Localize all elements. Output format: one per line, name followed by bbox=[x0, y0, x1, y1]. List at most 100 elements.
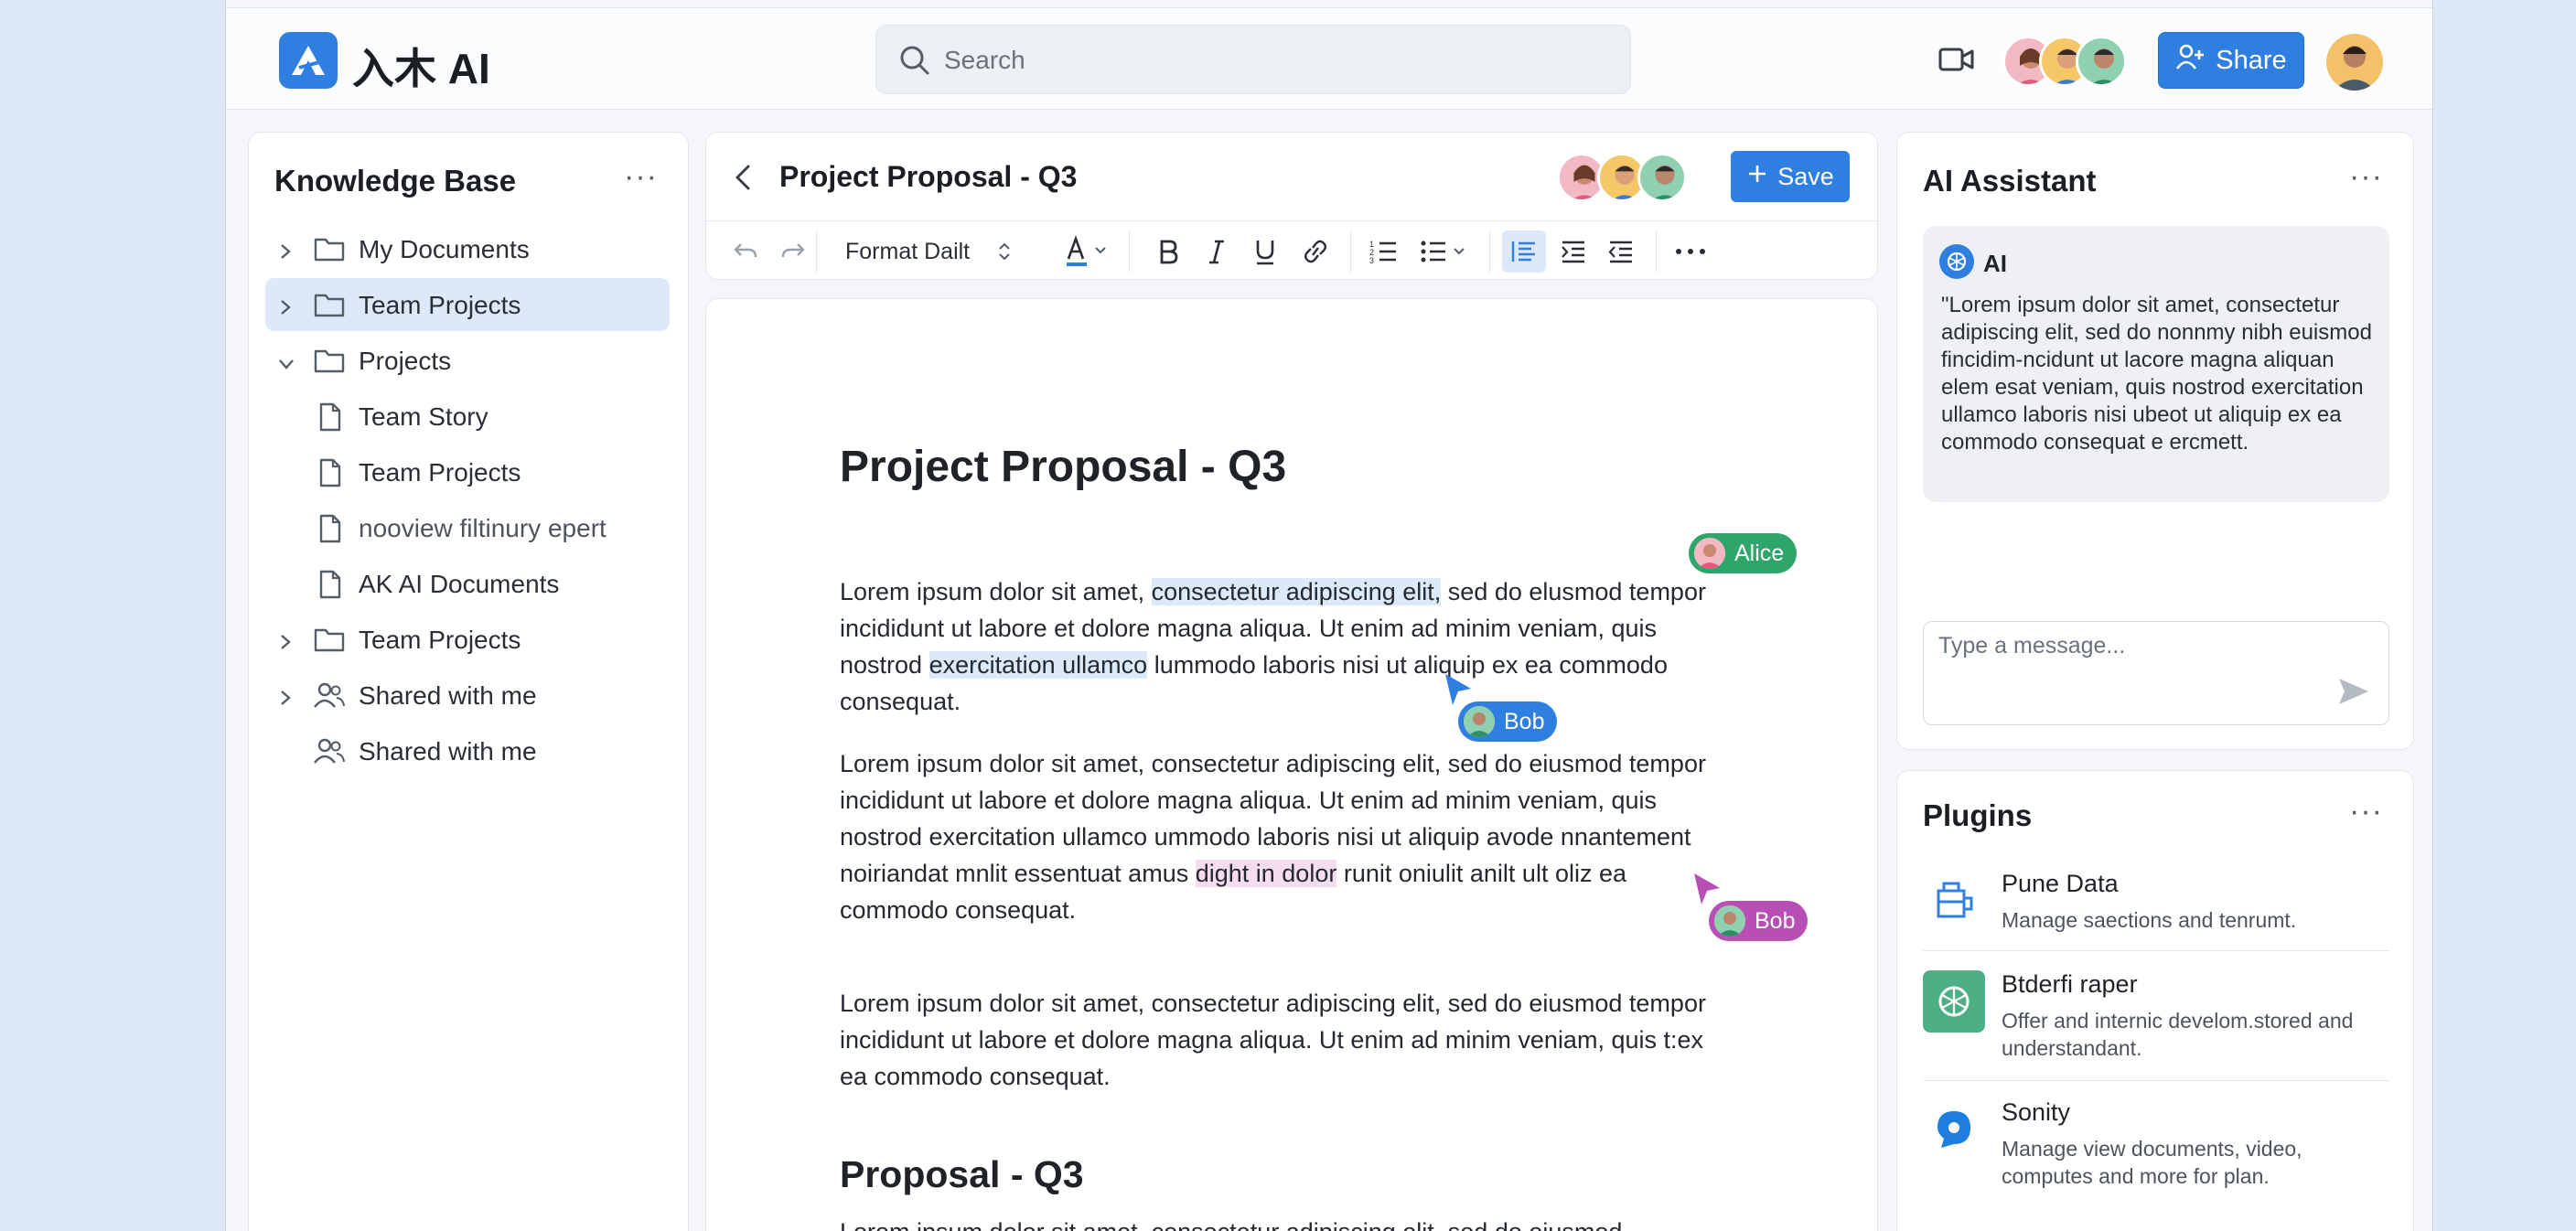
plugin-item[interactable]: Pune Data Manage saections and tenrumt. bbox=[1923, 870, 2389, 943]
folder-icon bbox=[313, 291, 346, 325]
underline-icon[interactable] bbox=[1253, 234, 1277, 269]
avatar bbox=[1464, 706, 1495, 737]
tree-item[interactable]: My Documents bbox=[265, 222, 670, 275]
tree-item[interactable]: Team Story bbox=[265, 390, 670, 443]
tree-item-label: Team Story bbox=[359, 402, 488, 431]
ai-message: AI "Lorem ipsum dolor sit amet, consecte… bbox=[1923, 226, 2389, 502]
paragraph[interactable]: Lorem ipsum dolor sit amet, consectetur … bbox=[840, 745, 1718, 928]
avatar[interactable] bbox=[1637, 153, 1687, 202]
paragraph[interactable]: Lorem ipsum dolor sit amet, consectetur … bbox=[840, 573, 1718, 720]
back-icon[interactable] bbox=[730, 162, 757, 198]
document-canvas[interactable]: Project Proposal - Q3 Alice Lorem ipsum … bbox=[705, 298, 1878, 1231]
format-toolbar: Format Dailt 123 bbox=[706, 220, 1877, 281]
scraper-plugin-icon bbox=[1923, 970, 1985, 1033]
avatar[interactable] bbox=[2076, 36, 2127, 87]
document-title: Project Proposal - Q3 bbox=[779, 160, 1078, 193]
ai-message-input[interactable] bbox=[1938, 633, 2323, 669]
paragraph[interactable]: Lorem ipsum dolor sit amet, consectetur … bbox=[840, 1214, 1718, 1231]
text-color-icon[interactable] bbox=[1063, 234, 1111, 269]
chevron-right-icon[interactable] bbox=[276, 294, 295, 324]
people-icon bbox=[313, 681, 346, 715]
toolbar-divider bbox=[1129, 230, 1130, 273]
section-heading: Proposal - Q3 bbox=[840, 1153, 1084, 1195]
numbered-list-icon[interactable]: 123 bbox=[1368, 234, 1398, 269]
italic-icon[interactable] bbox=[1206, 234, 1228, 269]
save-button[interactable]: Save bbox=[1731, 151, 1850, 202]
send-icon[interactable] bbox=[2337, 677, 2370, 711]
more-options-icon[interactable]: ··· bbox=[624, 161, 658, 192]
search-icon bbox=[898, 44, 931, 81]
tree-item[interactable]: nooview filtinury epert bbox=[265, 501, 670, 554]
more-options-icon[interactable]: ··· bbox=[2349, 796, 2383, 827]
tree-item[interactable]: AK AI Documents bbox=[265, 557, 670, 610]
more-options-icon[interactable]: ··· bbox=[2349, 161, 2383, 192]
ai-message-text: "Lorem ipsum dolor sit amet, consectetur… bbox=[1941, 293, 2372, 455]
collaborator-name: Alice bbox=[1734, 540, 1785, 566]
folder-icon bbox=[313, 235, 346, 269]
format-select-value: Format Dailt bbox=[845, 238, 971, 264]
save-label: Save bbox=[1777, 162, 1834, 190]
people-icon bbox=[313, 737, 346, 771]
tree-item[interactable]: Team Projects bbox=[265, 613, 670, 666]
share-label: Share bbox=[2216, 45, 2287, 75]
file-icon bbox=[317, 402, 344, 438]
plugin-description: Manage saections and tenrumt. bbox=[2002, 908, 2297, 932]
tree-item-label: Team Projects bbox=[359, 458, 521, 487]
plugins-panel: Plugins ··· Pune Data Manage saections a… bbox=[1896, 770, 2414, 1231]
link-icon[interactable] bbox=[1301, 234, 1330, 269]
add-user-icon bbox=[2175, 43, 2205, 78]
plugin-item[interactable]: Sonity Manage view documents, video, com… bbox=[1923, 1098, 2389, 1199]
tree-item[interactable]: Projects bbox=[265, 334, 670, 387]
avatar bbox=[1714, 905, 1745, 937]
collaborator-name: Bob bbox=[1504, 708, 1545, 734]
outdent-icon[interactable] bbox=[1606, 234, 1636, 269]
ai-assistant-title: AI Assistant bbox=[1923, 164, 2097, 198]
tree-item-label: nooview filtinury epert bbox=[359, 514, 606, 542]
tree-item[interactable]: Shared with me bbox=[265, 669, 670, 722]
user-avatar[interactable] bbox=[2326, 34, 2383, 91]
more-options-icon[interactable] bbox=[1674, 234, 1707, 269]
indent-icon[interactable] bbox=[1559, 234, 1588, 269]
chevron-right-icon[interactable] bbox=[276, 629, 295, 658]
ai-message-box[interactable] bbox=[1923, 621, 2389, 725]
search-bar[interactable] bbox=[875, 25, 1631, 94]
bold-icon[interactable] bbox=[1156, 234, 1180, 269]
share-button[interactable]: Share bbox=[2158, 32, 2304, 89]
knowledge-base-title: Knowledge Base bbox=[274, 164, 517, 198]
divider bbox=[1923, 1080, 2389, 1081]
format-select[interactable]: Format Dailt bbox=[845, 234, 1012, 269]
file-icon bbox=[317, 514, 344, 550]
align-left-icon[interactable] bbox=[1502, 230, 1546, 273]
tree-item[interactable]: Team Projects bbox=[265, 278, 670, 331]
text-run: Lorem ipsum dolor sit amet, bbox=[840, 578, 1152, 605]
ai-logo-icon bbox=[1939, 244, 1974, 279]
file-icon bbox=[317, 570, 344, 605]
avatar bbox=[1694, 538, 1725, 569]
video-call-icon[interactable] bbox=[1938, 45, 1975, 79]
plugin-item[interactable]: Btderfi raper Offer and internic develom… bbox=[1923, 970, 2389, 1071]
chevron-down-icon[interactable] bbox=[276, 350, 296, 380]
plugins-title: Plugins bbox=[1923, 798, 2033, 832]
logo-icon bbox=[279, 32, 338, 89]
selection-highlight: consectetur adipiscing elit, bbox=[1151, 578, 1442, 605]
selection-highlight: exercitation ullamco bbox=[928, 651, 1148, 679]
folder-icon bbox=[313, 626, 346, 659]
collaborator-name: Bob bbox=[1755, 907, 1796, 934]
paragraph[interactable]: Lorem ipsum dolor sit amet, consectetur … bbox=[840, 985, 1718, 1095]
bullet-list-icon[interactable] bbox=[1420, 234, 1469, 269]
app-logo-text: 入木 AI bbox=[352, 45, 490, 92]
chevron-right-icon[interactable] bbox=[276, 685, 295, 714]
chat-plugin-icon bbox=[1923, 1098, 1985, 1161]
svg-text:3: 3 bbox=[1369, 256, 1374, 265]
redo-icon[interactable] bbox=[779, 234, 807, 269]
ai-assistant-panel: AI Assistant ··· AI "Lorem ipsum dolor s… bbox=[1896, 132, 2414, 750]
tree-item[interactable]: Shared with me bbox=[265, 724, 670, 777]
chevron-right-icon[interactable] bbox=[276, 239, 295, 268]
undo-icon[interactable] bbox=[732, 234, 759, 269]
search-input[interactable] bbox=[944, 40, 1584, 80]
editor-header: Project Proposal - Q3 Save Format Dailt … bbox=[705, 132, 1878, 280]
top-bar: 入木 AI Share bbox=[226, 7, 2432, 110]
tree-item[interactable]: Team Projects bbox=[265, 445, 670, 498]
divider bbox=[1923, 950, 2389, 951]
app-window: 入木 AI Share bbox=[225, 0, 2433, 1231]
